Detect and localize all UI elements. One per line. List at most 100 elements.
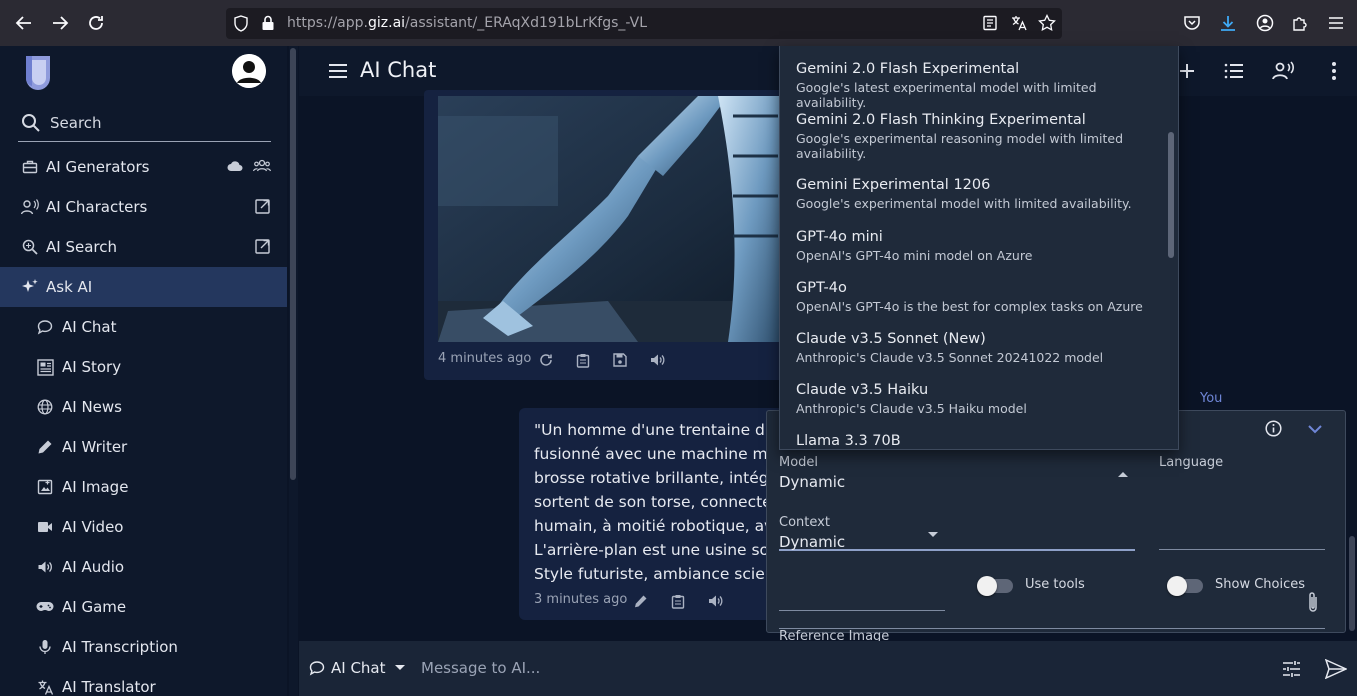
info-icon[interactable] bbox=[1264, 419, 1282, 437]
search-icon bbox=[21, 113, 41, 137]
sidebar-item-ai-story[interactable]: AI Story bbox=[0, 347, 287, 387]
sidebar-item-label: AI Audio bbox=[62, 558, 125, 576]
dropdown-option[interactable]: Gemini 2.0 Flash Experimental Google's l… bbox=[796, 60, 1162, 110]
open-external-icon[interactable] bbox=[253, 197, 271, 215]
list-icon[interactable] bbox=[1222, 59, 1246, 83]
briefcase-icon bbox=[20, 157, 40, 177]
sidebar-item-ai-characters[interactable]: AI Characters bbox=[0, 187, 287, 227]
bookmark-star-icon[interactable] bbox=[1038, 13, 1056, 36]
message-input[interactable]: Message to AI... bbox=[421, 659, 540, 677]
address-bar[interactable]: https://app.giz.ai/assistant/_ERAqXd191b… bbox=[226, 8, 1062, 39]
use-tools-label: Use tools bbox=[1025, 577, 1085, 592]
attachment-icon[interactable] bbox=[1304, 591, 1322, 613]
reference-image-underline bbox=[779, 628, 1325, 629]
back-icon[interactable] bbox=[12, 11, 36, 35]
page-title: AI Chat bbox=[360, 58, 437, 82]
sidebar-item-label: AI Story bbox=[62, 358, 122, 376]
url-text[interactable]: https://app.giz.ai/assistant/_ERAqXd191b… bbox=[287, 15, 647, 31]
chevron-down-icon[interactable] bbox=[1306, 420, 1324, 438]
caret-down-icon[interactable] bbox=[925, 527, 941, 543]
speaker-icon[interactable] bbox=[707, 593, 723, 609]
gamepad-icon bbox=[35, 597, 55, 617]
sidebar-item-ai-game[interactable]: AI Game bbox=[0, 587, 287, 627]
caret-down-icon bbox=[394, 665, 405, 671]
sidebar-item-ai-translator[interactable]: AI Translator bbox=[0, 667, 287, 696]
show-choices-toggle[interactable] bbox=[1167, 576, 1203, 596]
translate-page-icon[interactable] bbox=[1010, 14, 1028, 36]
model-select[interactable]: Dynamic bbox=[779, 473, 845, 491]
video-icon bbox=[35, 517, 55, 537]
download-icon[interactable] bbox=[1217, 12, 1239, 34]
lock-icon[interactable] bbox=[261, 15, 275, 35]
sidebar-item-ai-writer[interactable]: AI Writer bbox=[0, 427, 287, 467]
sidebar-search[interactable]: Search bbox=[18, 108, 271, 142]
dropdown-scrollbar[interactable] bbox=[1168, 132, 1174, 258]
sidebar-item-ai-news[interactable]: AI News bbox=[0, 387, 287, 427]
translate-icon bbox=[35, 677, 55, 696]
context-label: Context bbox=[779, 515, 830, 530]
language-label: Language bbox=[1159, 455, 1224, 470]
speaker-icon[interactable] bbox=[649, 352, 665, 368]
user-message-card: "Un homme d'une trentaine d'a fusionné a… bbox=[519, 408, 789, 620]
edit-pencil-icon[interactable] bbox=[633, 593, 649, 609]
sidebar-item-label: AI Chat bbox=[62, 318, 117, 336]
avatar[interactable] bbox=[232, 54, 266, 88]
dropdown-option[interactable]: Llama 3.3 70B bbox=[796, 432, 1162, 449]
main-scrollbar[interactable] bbox=[1349, 536, 1355, 631]
regenerate-icon[interactable] bbox=[538, 352, 554, 368]
context-underline bbox=[779, 610, 945, 611]
generated-robot-image[interactable] bbox=[438, 96, 784, 342]
sidebar-item-label: AI Generators bbox=[46, 158, 150, 176]
group-icon[interactable] bbox=[253, 157, 271, 175]
sidebar-item-ai-chat[interactable]: AI Chat bbox=[0, 307, 287, 347]
cloud-icon[interactable] bbox=[226, 157, 244, 175]
sidebar-scrollbar[interactable] bbox=[289, 46, 298, 696]
pen-icon bbox=[35, 437, 55, 457]
sidebar-item-ai-generators[interactable]: AI Generators bbox=[0, 147, 287, 187]
sidebar-item-ai-search[interactable]: AI Search bbox=[0, 227, 287, 267]
more-vertical-icon[interactable] bbox=[1322, 59, 1346, 83]
reader-view-icon[interactable] bbox=[982, 15, 998, 35]
caret-up-icon[interactable] bbox=[1115, 466, 1131, 482]
dropdown-option[interactable]: Gemini 2.0 Flash Thinking Experimental G… bbox=[796, 111, 1162, 161]
microphone-icon bbox=[35, 637, 55, 657]
sidebar-item-ask-ai[interactable]: Ask AI bbox=[0, 267, 287, 307]
use-tools-toggle[interactable] bbox=[977, 576, 1013, 596]
send-icon[interactable] bbox=[1325, 658, 1347, 680]
tune-sliders-icon[interactable] bbox=[1281, 659, 1301, 679]
dropdown-option[interactable]: Claude v3.5 Haiku Anthropic's Claude v3.… bbox=[796, 381, 1162, 416]
forward-icon[interactable] bbox=[48, 11, 72, 35]
sparkle-icon bbox=[20, 277, 40, 297]
save-icon[interactable] bbox=[612, 352, 628, 368]
dropdown-option[interactable]: Gemini Experimental 1206 Google's experi… bbox=[796, 176, 1162, 211]
search-sparkle-icon bbox=[20, 237, 40, 257]
sidebar-item-ai-transcription[interactable]: AI Transcription bbox=[0, 627, 287, 667]
account-icon[interactable] bbox=[1254, 12, 1276, 34]
sidebar-item-label: AI Transcription bbox=[62, 638, 178, 656]
sidebar-item-ai-audio[interactable]: AI Audio bbox=[0, 547, 287, 587]
voice-chat-icon[interactable] bbox=[1271, 59, 1295, 83]
open-external-icon[interactable] bbox=[253, 237, 271, 255]
dropdown-option[interactable]: GPT-4o mini OpenAI's GPT-4o mini model o… bbox=[796, 228, 1162, 263]
reload-icon[interactable] bbox=[84, 11, 108, 35]
copy-icon[interactable] bbox=[670, 593, 686, 609]
context-select[interactable]: Dynamic bbox=[779, 533, 845, 551]
pocket-icon[interactable] bbox=[1181, 12, 1203, 34]
dropdown-option[interactable]: Claude v3.5 Sonnet (New) Anthropic's Cla… bbox=[796, 330, 1162, 365]
sidebar-item-label: AI Writer bbox=[62, 438, 128, 456]
giz-logo[interactable] bbox=[24, 54, 52, 92]
extensions-icon[interactable] bbox=[1289, 12, 1311, 34]
speaker-icon bbox=[35, 557, 55, 577]
copy-icon[interactable] bbox=[575, 352, 591, 368]
sidebar-item-ai-video[interactable]: AI Video bbox=[0, 507, 287, 547]
sidebar-item-label: AI Translator bbox=[62, 678, 156, 696]
shield-icon[interactable] bbox=[233, 15, 249, 36]
language-underline bbox=[1159, 549, 1325, 550]
mode-selector[interactable]: AI Chat bbox=[309, 659, 405, 677]
menu-icon[interactable] bbox=[1325, 12, 1347, 34]
show-choices-label: Show Choices bbox=[1215, 577, 1306, 592]
dropdown-option[interactable]: GPT-4o OpenAI's GPT-4o is the best for c… bbox=[796, 279, 1162, 314]
sidebar-item-ai-image[interactable]: AI Image bbox=[0, 467, 287, 507]
browser-toolbar: https://app.giz.ai/assistant/_ERAqXd191b… bbox=[0, 0, 1357, 46]
hamburger-menu-icon[interactable] bbox=[327, 61, 349, 81]
